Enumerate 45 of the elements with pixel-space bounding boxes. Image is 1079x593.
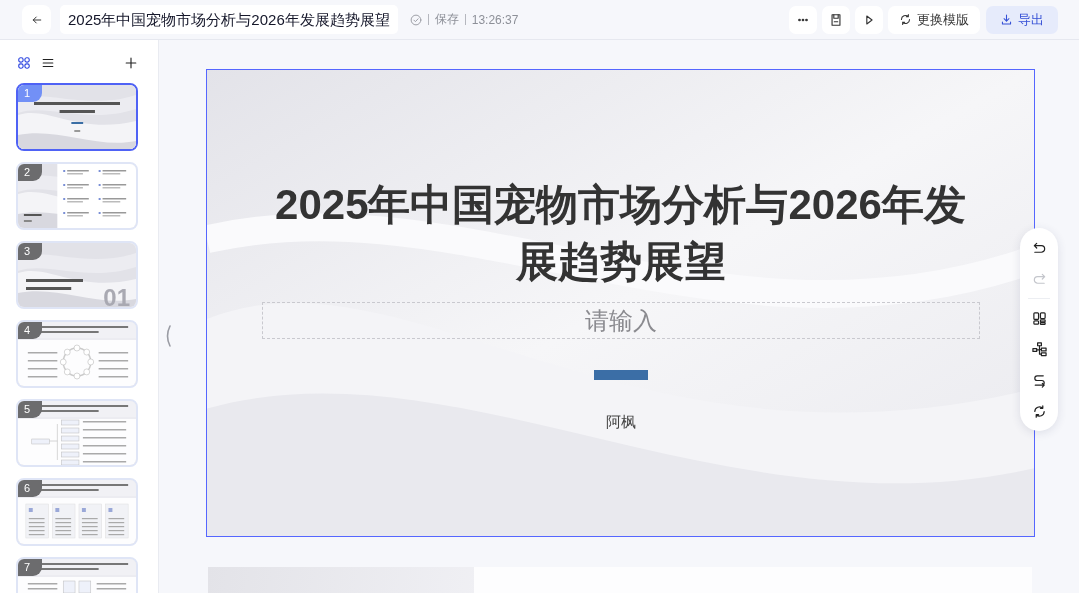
save-button[interactable] — [822, 5, 850, 34]
slide-number-badge: 6 — [18, 480, 42, 497]
collapse-handle-icon[interactable] — [165, 325, 171, 347]
floppy-icon — [829, 12, 843, 27]
slide-thumbnail[interactable]: 7 — [16, 557, 138, 593]
redo-icon — [1031, 271, 1047, 287]
play-button[interactable] — [855, 5, 883, 34]
export-button[interactable]: 导出 — [986, 5, 1058, 34]
slide-thumbnail[interactable]: 5 — [16, 399, 138, 467]
download-icon — [1000, 13, 1013, 26]
slide-thumbnail[interactable]: 6 — [16, 478, 138, 546]
slide-number-badge: 7 — [18, 559, 42, 576]
grid-view-tab[interactable] — [16, 55, 31, 70]
slide-canvas[interactable]: 2025年中国宠物市场分析与2026年发展趋势展望 请输入 阿枫 — [206, 69, 1035, 537]
slide-title[interactable]: 2025年中国宠物市场分析与2026年发展趋势展望 — [260, 176, 981, 290]
refresh-icon — [1031, 403, 1047, 419]
slide-thumbnail[interactable]: 1 — [16, 83, 138, 151]
save-time: 13:26:37 — [471, 12, 519, 27]
slide-number-badge: 2 — [18, 164, 42, 181]
plus-icon — [123, 55, 138, 70]
slide-number-badge: 1 — [18, 85, 42, 102]
add-slide-button[interactable] — [123, 55, 138, 70]
layout-icon — [1031, 310, 1047, 326]
section-number: 01 — [103, 286, 130, 307]
undo-icon — [1031, 240, 1047, 256]
change-template-button[interactable]: 更换模版 — [888, 5, 980, 34]
swap-arrows-icon — [1031, 372, 1047, 388]
save-status: 保存 — [434, 11, 459, 28]
back-arrow-icon — [30, 13, 43, 26]
slide-number-badge: 4 — [18, 322, 42, 339]
accent-bar — [593, 370, 648, 380]
check-circle-icon — [409, 13, 422, 26]
slide-number-badge: 5 — [18, 401, 42, 418]
slide-thumbnail[interactable]: 2 — [16, 162, 138, 230]
title-field[interactable]: 2025年中国宠物市场分析与2026年发展趋势展望 — [60, 5, 398, 34]
slide-thumbnail[interactable]: 4 — [16, 320, 138, 388]
hierarchy-icon — [1031, 341, 1047, 357]
author-name[interactable]: 阿枫 — [605, 413, 636, 432]
grid-icon — [16, 55, 31, 70]
slide-preview-drawing — [25, 279, 83, 290]
slide-number-badge: 3 — [18, 243, 42, 260]
back-button[interactable] — [22, 5, 51, 34]
subtitle-field[interactable]: 请输入 — [261, 302, 980, 339]
slide-thumbnail[interactable]: 01 3 — [16, 241, 138, 309]
refresh-icon — [899, 13, 912, 26]
